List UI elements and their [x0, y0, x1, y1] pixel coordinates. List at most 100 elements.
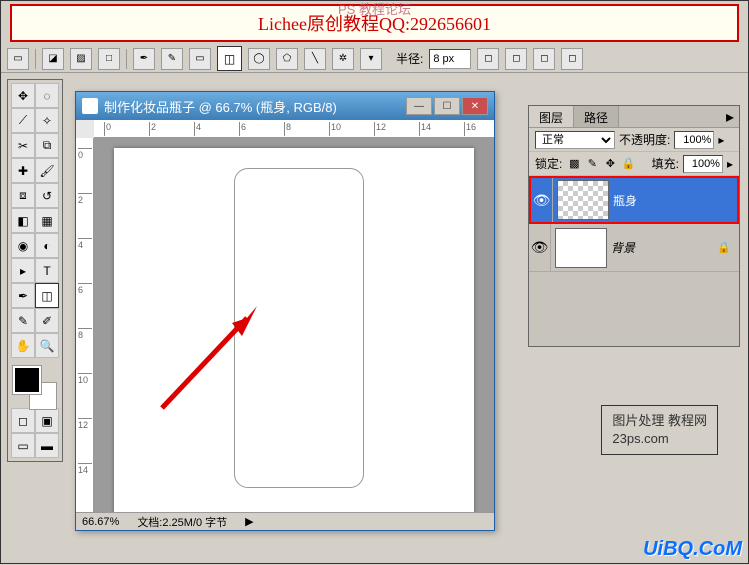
lock-row: 锁定: ▩ ✎ ✥ 🔒 填充: ▸ — [529, 152, 739, 176]
canvas-area[interactable]: 画出瓶子轮廓并把新建一个图层命名为"瓶身"。 — [94, 138, 494, 512]
polygon-shape-icon[interactable]: ⬠ — [276, 48, 298, 70]
shape-tool[interactable]: ◫ — [35, 283, 59, 308]
lasso-tool[interactable]: ⟋ — [11, 108, 35, 133]
ruler-tick: 8 — [284, 122, 291, 136]
quickmask-toggle[interactable]: ◻ — [11, 408, 35, 433]
zoom-display[interactable]: 66.67% — [82, 516, 119, 528]
eraser-tool[interactable]: ◧ — [11, 208, 35, 233]
brush-tool[interactable]: 🖌 — [35, 158, 59, 183]
document-statusbar: 66.67% 文档:2.25M/0 字节 ▶ — [76, 512, 494, 530]
blend-mode-select[interactable]: 正常 — [535, 131, 615, 149]
lock-indicator-icon: 🔒 — [717, 241, 731, 254]
options-bar: ▭ ◪ ▨ □ ✒ ✎ ▭ ◫ ◯ ⬠ ╲ ✲ ▾ 半径: ◻ ◻ ◻ ◻ — [1, 45, 748, 73]
status-arrow-icon[interactable]: ▶ — [245, 515, 253, 528]
ruler-tick: 10 — [329, 122, 341, 136]
custom-shape-icon[interactable]: ✲ — [332, 48, 354, 70]
shape-mode-btn[interactable]: ▨ — [70, 48, 92, 70]
layer-item[interactable]: 👁 背景 🔒 — [529, 224, 739, 272]
tab-paths[interactable]: 路径 — [574, 106, 619, 127]
canvas[interactable]: 画出瓶子轮廓并把新建一个图层命名为"瓶身"。 — [114, 148, 474, 512]
lock-transparency-icon[interactable]: ▩ — [566, 157, 582, 170]
rounded-rect-shape-icon[interactable]: ◫ — [217, 46, 242, 71]
fill-arrow-icon[interactable]: ▸ — [727, 157, 733, 171]
dodge-tool[interactable]: ◐ — [35, 233, 59, 258]
layer-name-label[interactable]: 瓶身 — [613, 192, 737, 209]
pen-icon[interactable]: ✒ — [133, 48, 155, 70]
layer-name-label[interactable]: 背景 — [611, 239, 717, 256]
lock-pixels-icon[interactable]: ✎ — [584, 157, 600, 170]
notes-tool[interactable]: ✎ — [11, 308, 35, 333]
minimize-button[interactable]: — — [406, 97, 432, 115]
crop-tool[interactable]: ✂ — [11, 133, 35, 158]
history-brush-tool[interactable]: ↺ — [35, 183, 59, 208]
watermark-box: 图片处理 教程网 23ps.com — [601, 405, 718, 455]
gradient-tool[interactable]: ▦ — [35, 208, 59, 233]
radius-input[interactable] — [429, 49, 471, 69]
ruler-tick: 0 — [78, 148, 92, 160]
fill-mode-btn[interactable]: □ — [98, 48, 120, 70]
ruler-tick: 14 — [419, 122, 431, 136]
screenmode-toggle[interactable]: ▣ — [35, 408, 59, 433]
opacity-arrow-icon[interactable]: ▸ — [718, 133, 724, 147]
fill-input[interactable] — [683, 155, 723, 173]
watermark-line1: 图片处理 教程网 — [612, 412, 707, 430]
visibility-toggle[interactable]: 👁 — [529, 224, 551, 271]
ruler-tick: 4 — [78, 238, 92, 250]
ellipse-shape-icon[interactable]: ◯ — [248, 48, 270, 70]
ruler-tick: 8 — [78, 328, 92, 340]
combine-exclude-icon[interactable]: ◻ — [561, 48, 583, 70]
close-button[interactable]: ✕ — [462, 97, 488, 115]
panel-menu-icon[interactable]: ▸ — [721, 106, 739, 127]
document-window: 制作化妆品瓶子 @ 66.7% (瓶身, RGB/8) — ☐ ✕ 0 2 4 … — [75, 91, 495, 531]
freeform-pen-icon[interactable]: ✎ — [161, 48, 183, 70]
ruler-tick: 12 — [78, 418, 92, 430]
ruler-tick: 12 — [374, 122, 386, 136]
radius-label: 半径: — [396, 50, 423, 67]
document-titlebar[interactable]: 制作化妆品瓶子 @ 66.7% (瓶身, RGB/8) — ☐ ✕ — [76, 92, 494, 120]
layer-thumbnail[interactable] — [555, 228, 607, 268]
ruler-horizontal: 0 2 4 6 8 10 12 14 16 — [94, 120, 494, 138]
combine-subtract-icon[interactable]: ◻ — [505, 48, 527, 70]
type-tool[interactable]: T — [35, 258, 59, 283]
path-select-tool[interactable]: ▸ — [11, 258, 35, 283]
tool-preset-btn[interactable]: ▭ — [7, 48, 29, 70]
dropdown-arrow-icon[interactable]: ▾ — [360, 48, 382, 70]
slice-tool[interactable]: ⧉ — [35, 133, 59, 158]
panel-tabs: 图层 路径 ▸ — [529, 106, 739, 128]
combine-intersect-icon[interactable]: ◻ — [533, 48, 555, 70]
maximize-button[interactable]: ☐ — [434, 97, 460, 115]
opacity-input[interactable] — [674, 131, 714, 149]
tab-layers[interactable]: 图层 — [529, 106, 574, 127]
screen-full-icon[interactable]: ▬ — [35, 433, 59, 458]
divider — [126, 49, 127, 69]
rect-shape-icon[interactable]: ▭ — [189, 48, 211, 70]
path-mode-btn[interactable]: ◪ — [42, 48, 64, 70]
app-title-shadow: PS 教程论坛 — [338, 0, 411, 18]
line-shape-icon[interactable]: ╲ — [304, 48, 326, 70]
ruler-tick: 10 — [78, 373, 92, 385]
heal-tool[interactable]: ✚ — [11, 158, 35, 183]
document-title-text: 制作化妆品瓶子 @ 66.7% (瓶身, RGB/8) — [104, 97, 337, 116]
foreground-color-swatch[interactable] — [13, 366, 41, 394]
ruler-tick: 6 — [78, 283, 92, 295]
lock-position-icon[interactable]: ✥ — [602, 157, 618, 170]
blur-tool[interactable]: ◉ — [11, 233, 35, 258]
wand-tool[interactable]: ✧ — [35, 108, 59, 133]
marquee-tool[interactable]: ◌ — [35, 83, 59, 108]
stamp-tool[interactable]: ⧈ — [11, 183, 35, 208]
lock-all-icon[interactable]: 🔒 — [620, 157, 636, 170]
screen-std-icon[interactable]: ▭ — [11, 433, 35, 458]
color-swatches — [11, 364, 59, 408]
layer-thumbnail[interactable] — [557, 180, 609, 220]
hand-tool[interactable]: ✋ — [11, 333, 35, 358]
eyedropper-tool[interactable]: ✐ — [35, 308, 59, 333]
move-tool[interactable]: ✥ — [11, 83, 35, 108]
ruler-vertical: 0 2 4 6 8 10 12 14 — [76, 138, 94, 512]
combine-add-icon[interactable]: ◻ — [477, 48, 499, 70]
ruler-tick: 14 — [78, 463, 92, 475]
zoom-tool[interactable]: 🔍 — [35, 333, 59, 358]
visibility-toggle[interactable]: 👁 — [531, 178, 553, 222]
pen-tool[interactable]: ✒ — [11, 283, 35, 308]
layer-item[interactable]: 👁 瓶身 — [529, 176, 739, 224]
ruler-tick: 4 — [194, 122, 201, 136]
